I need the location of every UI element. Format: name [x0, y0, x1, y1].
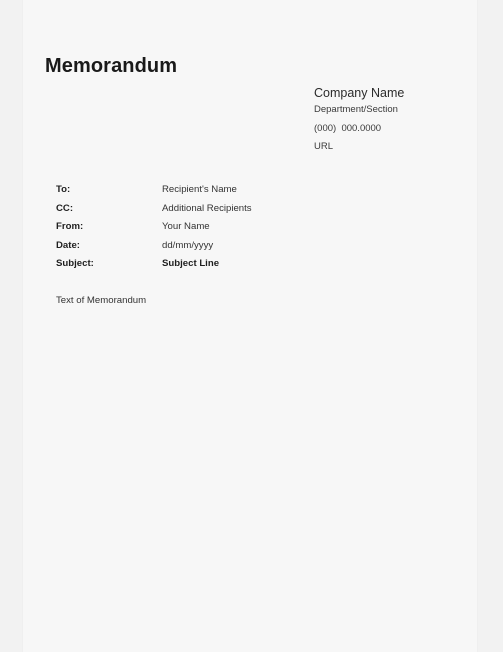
memo-field-value: Recipient's Name	[162, 184, 237, 195]
company-name: Company Name	[314, 86, 405, 100]
memo-field-value: Your Name	[162, 221, 210, 233]
company-department: Department/Section	[314, 104, 398, 115]
memo-field-row-cc: CC: Additional Recipients	[56, 200, 356, 219]
memo-body-text: Text of Memorandum	[56, 295, 147, 306]
memo-header-fields: To: Recipient's Name CC: Additional Reci…	[56, 181, 356, 274]
memo-field-label: CC:	[56, 202, 74, 214]
memo-field-row-subject: Subject: Subject Line	[56, 255, 356, 274]
memo-field-label: Date:	[56, 239, 80, 251]
page-title: Memorandum	[45, 55, 178, 77]
memo-field-row-to: To: Recipient's Name	[56, 181, 356, 200]
memo-page: Memorandum Company Name Department/Secti…	[22, 0, 478, 652]
memo-field-value: dd/mm/yyyy	[162, 239, 214, 251]
company-url: URL	[314, 141, 334, 152]
memo-field-label: Subject:	[56, 258, 94, 270]
memo-field-value: Additional Recipients	[162, 202, 252, 214]
memo-field-label: To:	[56, 184, 71, 195]
memo-field-row-date: Date: dd/mm/yyyy	[56, 237, 356, 256]
memo-field-value: Subject Line	[162, 258, 220, 270]
memo-field-row-from: From: Your Name	[56, 218, 356, 237]
company-info-block: Company Name Department/Section (000) 00…	[314, 85, 479, 157]
company-phone: (000) 000.0000	[314, 122, 382, 134]
memo-field-label: From:	[56, 221, 84, 233]
